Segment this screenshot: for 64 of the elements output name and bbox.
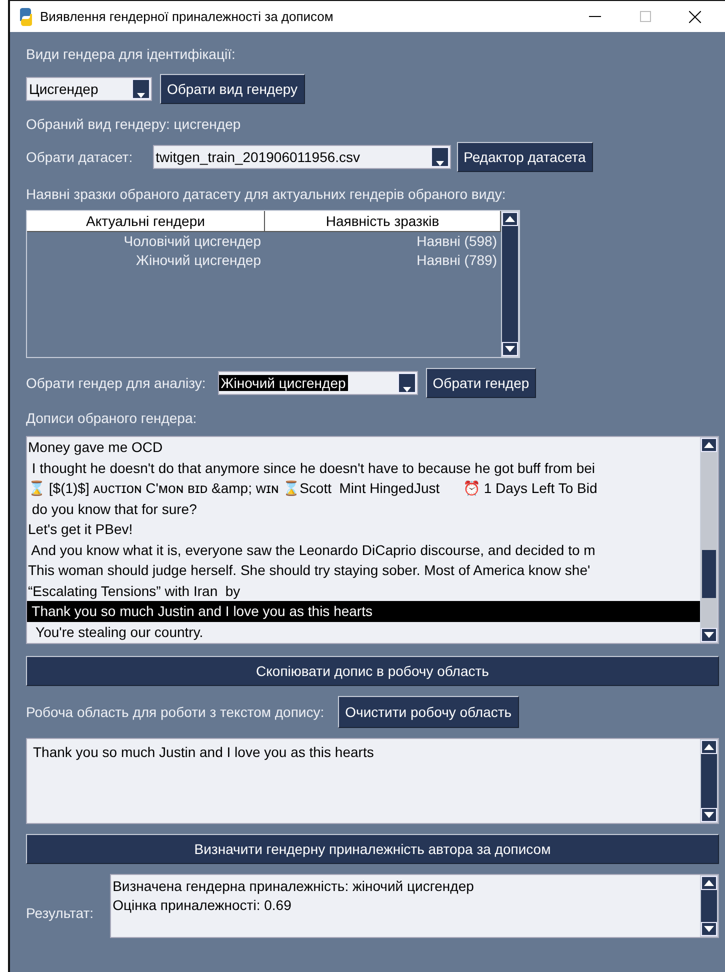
dropdown-button[interactable] [132,79,150,99]
column-header[interactable]: Актуальні гендери [27,211,265,232]
caret-icon [137,93,145,98]
close-icon [689,10,701,22]
minimize-icon [589,16,601,17]
scroll-down-button[interactable] [701,808,717,822]
scroll-up-button[interactable] [701,876,717,890]
post-item[interactable]: ⌛ [$(1)$] ᴀᴜᴄᴛɪᴏɴ C'ᴍᴏɴ ʙɪᴅ &amp; ᴡɪɴ ⌛Scott Mint HingedJust ⏰ 1 Days Left To Bid [27,478,700,498]
post-item[interactable]: Let's get it PBev! [27,519,700,540]
section-label: Види гендера для ідентифікації: [26,46,236,62]
down-arrow-icon [704,926,714,932]
clear-workspace-button[interactable]: Очистити робочу область [338,696,519,728]
dataset-dropdown[interactable]: twitgen_train_201906011956.csv [152,145,451,169]
samples-label: Наявні зразки обраного датасету для актуальних гендерів обраного виду: [26,186,506,202]
post-item[interactable]: “Escalating Tensions” with Iran by [27,580,700,601]
column-header[interactable]: Наявність зразків [265,211,501,232]
dataset-label: Обрати датасет: [26,149,133,165]
scroll-up-button[interactable] [502,212,518,226]
result-text: Визначена гендерна приналежність: жіночий цисгендер [112,877,475,896]
scroll-up-button[interactable] [701,438,717,452]
scroll-down-button[interactable] [701,922,717,936]
table-cell-text: Чоловічий цисгендер [122,232,262,251]
select-gender-button[interactable]: Обрати гендер [426,368,536,398]
result-label: Результат: [26,905,94,921]
gender-dropdown[interactable]: Жіночий цисгендер [218,371,418,395]
result-text: Оцінка приналежності: 0.69 [112,896,292,915]
table-cell-text: Наявні (789) [416,251,498,270]
dataset-editor-button[interactable]: Редактор датасета [456,142,593,172]
post-item[interactable]: Money gave me OCD [27,437,700,458]
dropdown-button[interactable] [430,147,449,167]
scroll-up-button[interactable] [701,740,717,754]
up-arrow-icon [704,744,714,750]
analysis-label: Обрати гендер для аналізу: [26,375,206,391]
down-arrow-icon [704,812,714,818]
app-logo-icon [18,8,34,26]
post-item[interactable]: I thought he doesn't do that anymore since he doesn't have to because he got buff from bei [27,458,700,478]
post-item[interactable]: Thank you so much Justin and I love you as this hearts [27,601,700,622]
scrollbar-thumb[interactable] [702,550,716,598]
table-cell-text: Наявні (598) [416,232,498,251]
select-type-button[interactable]: Обрати вид гендеру [160,74,305,104]
post-item[interactable]: And you know what it is, everyone saw the Leonardo DiCaprio discourse, and decided to m [27,540,700,560]
scroll-down-button[interactable] [502,342,518,356]
workspace-label: Робоча область для роботи з текстом допису: [26,704,324,720]
posts-label: Дописи обраного гендера: [26,410,197,426]
dropdown-button[interactable] [398,373,416,393]
post-item[interactable]: You're stealing our country. [27,622,700,642]
down-arrow-icon [704,632,714,638]
caret-icon [402,387,411,392]
caret-icon [436,161,444,166]
copy-post-button[interactable]: Скопіювати допис в робочу область [26,656,719,686]
table-cell-text: Жіночий цисгендер [135,251,262,270]
post-item[interactable]: do you know that for sure? [27,498,700,519]
gender-type-dropdown[interactable]: Цисгендер [26,77,152,101]
selected-type-text: Обраний вид гендеру: цисгендер [26,116,241,132]
window-title: Виявлення гендерної приналежності за дописом [40,9,334,24]
down-arrow-icon [505,346,515,352]
posts-list[interactable] [26,436,719,644]
determine-gender-button[interactable]: Визначити гендерну приналежність автора за дописом [26,834,719,864]
up-arrow-icon [704,442,714,448]
maximize-icon [640,11,650,22]
scroll-down-button[interactable] [701,628,717,642]
up-arrow-icon [704,880,714,886]
up-arrow-icon [505,216,515,222]
post-item[interactable]: This woman should judge herself. She should try staying sober. Most of America know she' [27,560,700,580]
